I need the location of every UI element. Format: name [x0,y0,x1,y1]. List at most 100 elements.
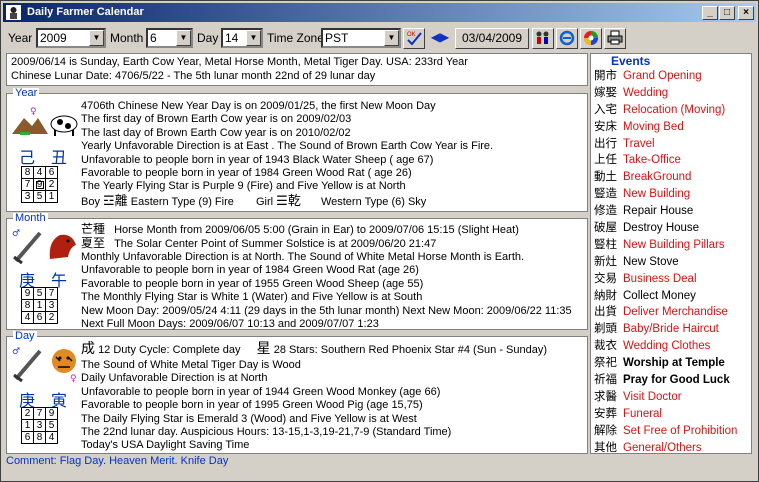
events-legend: Events [611,54,651,68]
event-label: Funeral [623,407,662,420]
event-item-new-stove[interactable]: 新灶 New Stove [594,254,750,271]
event-item-breakground[interactable]: 動土 BreakGround [594,169,750,186]
chevron-down-icon[interactable]: ▼ [384,30,399,46]
event-item-deliver-merchandise[interactable]: 出貨 Deliver Merchandise [594,304,750,321]
prev-next-buttons[interactable]: ◀▶ [428,28,452,49]
internet-explorer-icon [559,30,575,46]
ok-check-button[interactable]: OK [403,28,425,49]
event-cn: 解除 [594,424,617,437]
year-select[interactable]: 2009 ▼ [36,28,106,48]
event-item-wedding[interactable]: 嫁娶 Wedding [594,85,750,102]
timezone-value: PST [325,31,349,45]
event-item-wedding-clothes[interactable]: 裁衣 Wedding Clothes [594,338,750,355]
solar-term-cn: 芒種 [81,222,106,236]
event-item-worship[interactable]: 祭祀 Worship at Temple [594,355,750,372]
event-cn: 其他 [594,441,617,454]
event-item-pray[interactable]: 祈福 Pray for Good Luck [594,372,750,389]
events-panel: Events 開市 Grand Opening 嫁娶 Wedding 入宅 Reloc… [590,53,752,454]
solar-center-cn: 夏至 [81,236,106,250]
arrow-left-icon[interactable]: ◀ [431,30,440,44]
event-item-grand-opening[interactable]: 開市 Grand Opening [594,68,750,85]
star-cn: 星 [256,340,271,356]
event-cn: 出貨 [594,306,617,319]
chevron-down-icon[interactable]: ▼ [176,30,191,46]
minimize-button[interactable]: _ [702,6,718,20]
events-list: 開市 Grand Opening 嫁娶 Wedding 入宅 Relocation (… [594,68,750,456]
event-item-travel[interactable]: 出行 Travel [594,136,750,153]
chevron-down-icon[interactable]: ▼ [89,30,104,46]
month-value: 6 [150,31,157,45]
event-label: Moving Bed [623,120,684,133]
event-cn: 上任 [594,154,617,167]
event-item-new-building[interactable]: 豎造 New Building [594,186,750,203]
event-item-set-free[interactable]: 解除 Set Free of Prohibition [594,423,750,440]
app-window: Daily Farmer Calendar _ □ × Year 2009 ▼ … [0,0,759,482]
svg-text:♂: ♂ [12,229,20,239]
month-section: Month ♂ 庚 午 957 813 462 芒種 Horse Month f… [6,213,588,331]
boy-label: Boy [81,195,100,208]
people-button[interactable] [532,28,554,49]
month-line: Unfavorable to people born in year of 19… [81,264,419,277]
people-icon [536,31,549,44]
farmer-app-icon [6,5,21,20]
day-select[interactable]: 14 ▼ [221,28,263,48]
duty-star-line: 成 12 Duty Cycle: Complete day 星 28 Stars… [81,340,547,359]
event-label: Deliver Merchandise [623,306,728,319]
event-item-business-deal[interactable]: 交易 Business Deal [594,271,750,288]
event-item-destroy-house[interactable]: 破屋 Destroy House [594,220,750,237]
event-label: Visit Doctor [623,390,682,403]
event-label: Take-Office [623,154,681,167]
event-item-collect-money[interactable]: 納財 Collect Money [594,288,750,305]
month-line: Favorable to people born in year of 1955… [81,277,424,290]
timezone-label: Time Zone [267,31,324,45]
event-item-general[interactable]: 其他 General/Others [594,440,750,457]
event-item-moving-bed[interactable]: 安床 Moving Bed [594,119,750,136]
month-line: Monthly Unfavorable Direction is at Nort… [81,251,525,263]
year-line: The last day of Brown Earth Cow year is … [81,126,351,139]
event-item-relocation[interactable]: 入宅 Relocation (Moving) [594,102,750,119]
event-item-repair-house[interactable]: 修造 Repair House [594,203,750,220]
arrow-right-icon[interactable]: ▶ [440,30,449,44]
event-item-funeral[interactable]: 安葬 Funeral [594,406,750,423]
year-line: Unfavorable to people born in year of 19… [81,153,434,166]
maximize-button[interactable]: □ [719,6,735,20]
event-item-new-building-pillars[interactable]: 豎柱 New Building Pillars [594,237,750,254]
event-item-take-office[interactable]: 上任 Take-Office [594,152,750,169]
event-label: Repair House [623,205,694,218]
event-cn: 安床 [594,120,617,133]
day-comment: Comment: Flag Day. Heaven Merit. Knife D… [6,455,229,467]
month-flying-star-grid: 957 813 462 [21,287,58,324]
event-cn: 出行 [594,137,617,150]
title-bar[interactable]: Daily Farmer Calendar _ □ × [3,3,756,22]
day-value: 14 [225,31,239,45]
close-button[interactable]: × [738,6,754,20]
print-button[interactable] [604,28,626,49]
year-value: 2009 [40,31,67,45]
month-select[interactable]: 6 ▼ [146,28,193,48]
timezone-select[interactable]: PST ▼ [321,28,401,48]
event-cn: 祭祀 [594,357,617,370]
girl-label: Girl [256,195,274,208]
event-item-visit-doctor[interactable]: 求醫 Visit Doctor [594,389,750,406]
event-label: General/Others [623,441,702,454]
solar-term-text: Horse Month from 2009/06/05 5:00 (Grain … [114,224,519,236]
date-summary: 2009/06/14 is Sunday, Earth Cow Year, Me… [6,53,588,86]
chevron-down-icon[interactable]: ▼ [246,30,261,46]
color-wheel-button[interactable] [580,28,602,49]
date-button[interactable]: 03/04/2009 [455,28,529,49]
event-label: New Building Pillars [623,238,725,251]
girl-type: Western Type (6) Sky [320,195,427,208]
browser-button[interactable] [556,28,578,49]
event-cn: 交易 [594,272,617,285]
solar-center-line: 夏至 The Solar Center Point of Summer Sols… [81,236,572,251]
event-cn: 豎柱 [594,238,617,251]
event-label: New Stove [623,255,679,268]
gender-trigram-line: Boy ☲離 Eastern Type (9) Fire Girl ☰乾 Wes… [81,194,493,210]
event-cn: 修造 [594,205,617,218]
month-details: 芒種 Horse Month from 2009/06/05 5:00 (Gra… [81,222,572,331]
event-label: Baby/Bride Haircut [623,323,719,336]
event-cn: 新灶 [594,255,617,268]
event-item-haircut[interactable]: 剃頭 Baby/Bride Haircut [594,321,750,338]
boy-trigram: ☲離 [103,192,128,208]
event-cn: 豎造 [594,188,617,201]
